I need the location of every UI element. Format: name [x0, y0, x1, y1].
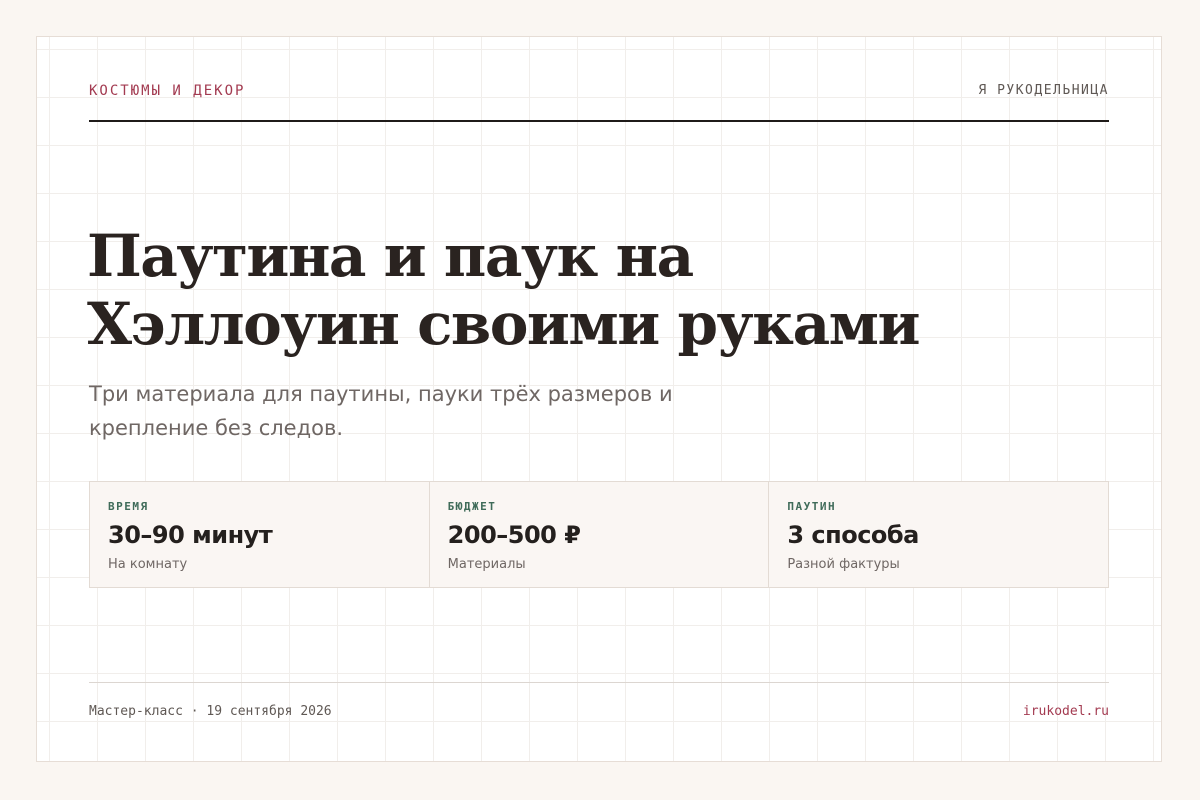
site-link[interactable]: irukodel.ru	[1023, 703, 1109, 721]
page-title: Паутина и паук на Хэллоуин своими руками	[87, 222, 921, 358]
stat-label: ВРЕМЯ	[108, 500, 149, 513]
category-label[interactable]: КОСТЮМЫ И ДЕКОР	[89, 82, 245, 100]
stats-panel: ВРЕМЯ 30–90 минут На комнату БЮДЖЕТ 200–…	[89, 481, 1109, 588]
page-subtitle: Три материала для паутины, пауки трёх ра…	[89, 382, 673, 440]
stat-webs: ПАУТИН 3 способа Разной фактуры	[768, 482, 1108, 587]
stat-time: ВРЕМЯ 30–90 минут На комнату	[90, 482, 429, 587]
article-card: КОСТЮМЫ И ДЕКОР Я РУКОДЕЛЬНИЦА Паутина и…	[36, 36, 1162, 762]
publication-meta: Мастер-класс · 19 сентября 2026	[89, 704, 332, 719]
stat-label: БЮДЖЕТ	[447, 500, 497, 513]
stat-value: 3 способа	[787, 521, 919, 549]
stat-note: Разной фактуры	[787, 557, 900, 572]
stat-note: Материалы	[447, 557, 526, 572]
stat-label: ПАУТИН	[787, 500, 837, 513]
stat-note: На комнату	[108, 557, 188, 572]
card-content: КОСТЮМЫ И ДЕКОР Я РУКОДЕЛЬНИЦА Паутина и…	[87, 37, 1109, 761]
stat-budget: БЮДЖЕТ 200–500 ₽ Материалы	[428, 482, 769, 587]
stat-value: 30–90 минут	[108, 521, 273, 549]
stat-value: 200–500 ₽	[447, 521, 581, 549]
footer: Мастер-класс · 19 сентября 2026 irukodel…	[89, 682, 1109, 721]
header-bar: КОСТЮМЫ И ДЕКОР Я РУКОДЕЛЬНИЦА	[89, 82, 1109, 122]
brand-name[interactable]: Я РУКОДЕЛЬНИЦА	[978, 82, 1109, 100]
